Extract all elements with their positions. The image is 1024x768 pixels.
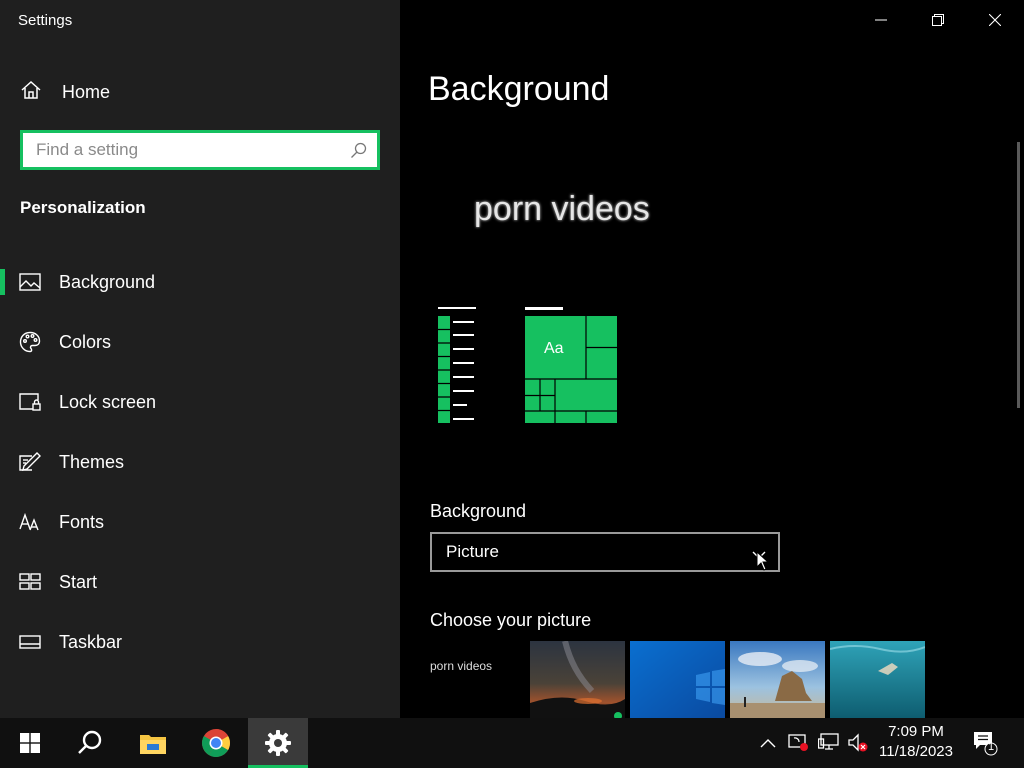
file-explorer-button[interactable]	[123, 718, 183, 768]
chevron-up-icon[interactable]	[760, 735, 776, 753]
start-icon	[19, 571, 41, 593]
app-title: Settings	[18, 12, 73, 29]
sidebar-item-label: Themes	[59, 451, 125, 472]
close-button[interactable]	[966, 0, 1023, 40]
sidebar-item-label: Background	[59, 271, 156, 292]
sidebar-item-colors[interactable]: Colors	[0, 317, 400, 367]
page-title: Background	[428, 70, 610, 108]
scrollbar[interactable]	[1017, 142, 1020, 408]
settings-taskbar-button[interactable]	[248, 718, 308, 768]
restore-icon	[931, 14, 944, 26]
notification-count-badge: 1	[987, 741, 995, 753]
search-icon	[78, 730, 102, 754]
sidebar-item-label: Start	[59, 571, 98, 592]
sidebar-item-start[interactable]: Start	[0, 557, 400, 607]
sidebar-item-label: Lock screen	[59, 391, 157, 412]
sidebar-item-themes[interactable]: Themes	[0, 437, 400, 487]
windows-logo-icon	[20, 733, 40, 753]
background-dropdown-value: Picture	[446, 542, 499, 561]
home-link[interactable]: Home	[20, 80, 110, 104]
search-input[interactable]	[23, 133, 346, 167]
start-menu-preview: Aa	[430, 300, 630, 435]
themes-icon	[19, 451, 41, 473]
sidebar-item-label: Taskbar	[59, 631, 123, 652]
taskbar-search-button[interactable]	[60, 718, 120, 768]
picture-thumbnail-5[interactable]	[830, 641, 925, 718]
home-label: Home	[62, 81, 111, 102]
home-icon	[20, 79, 42, 106]
picture-icon	[19, 271, 41, 293]
search-icon[interactable]	[350, 142, 367, 164]
background-dropdown[interactable]: Picture	[430, 532, 780, 572]
sidebar-item-label: Colors	[59, 331, 112, 352]
restore-button[interactable]	[909, 0, 966, 40]
device-status-icon[interactable]	[788, 733, 810, 758]
picture-thumbnail-1[interactable]: porn videos	[430, 659, 525, 673]
clock-time: 7:09 PM	[888, 723, 944, 740]
background-label: Background	[430, 501, 527, 521]
taskbar: 7:09 PM 11/18/2023 1	[0, 718, 1024, 768]
network-icon[interactable]	[817, 733, 840, 758]
minimize-icon	[874, 19, 887, 21]
sidebar-item-label: Fonts	[59, 511, 105, 532]
file-explorer-icon	[140, 735, 166, 754]
lock-screen-icon	[19, 391, 41, 413]
volume-muted-icon[interactable]	[848, 733, 868, 758]
preview-text: porn videos	[474, 190, 650, 228]
sidebar-item-lock-screen[interactable]: Lock screen	[0, 377, 400, 427]
close-icon	[988, 14, 1001, 26]
notification-center-button[interactable]: 1	[972, 730, 998, 761]
system-clock[interactable]: 7:09 PM 11/18/2023	[874, 722, 958, 762]
sidebar: Settings Home Personalization Background	[0, 0, 400, 718]
sidebar-item-fonts[interactable]: Fonts	[0, 497, 400, 547]
mouse-cursor-icon	[756, 550, 770, 576]
chrome-button[interactable]	[186, 718, 246, 768]
search-box[interactable]	[20, 130, 380, 170]
picture-thumbnail-3[interactable]	[630, 641, 725, 718]
fonts-icon	[19, 511, 41, 533]
picture-thumbnail-2[interactable]	[530, 641, 625, 718]
start-button[interactable]	[0, 718, 60, 768]
chrome-icon	[202, 729, 230, 757]
section-title: Personalization	[20, 198, 146, 217]
settings-gear-icon	[265, 730, 291, 756]
picture-thumbnail-4[interactable]	[730, 641, 825, 718]
taskbar-icon	[19, 631, 41, 653]
choose-picture-label: Choose your picture	[430, 610, 592, 630]
sidebar-item-background[interactable]: Background	[0, 257, 400, 307]
tile-label: Aa	[544, 340, 564, 357]
minimize-button[interactable]	[852, 0, 909, 40]
sidebar-item-taskbar[interactable]: Taskbar	[0, 617, 400, 667]
clock-date: 11/18/2023	[879, 743, 953, 760]
palette-icon	[19, 331, 41, 353]
